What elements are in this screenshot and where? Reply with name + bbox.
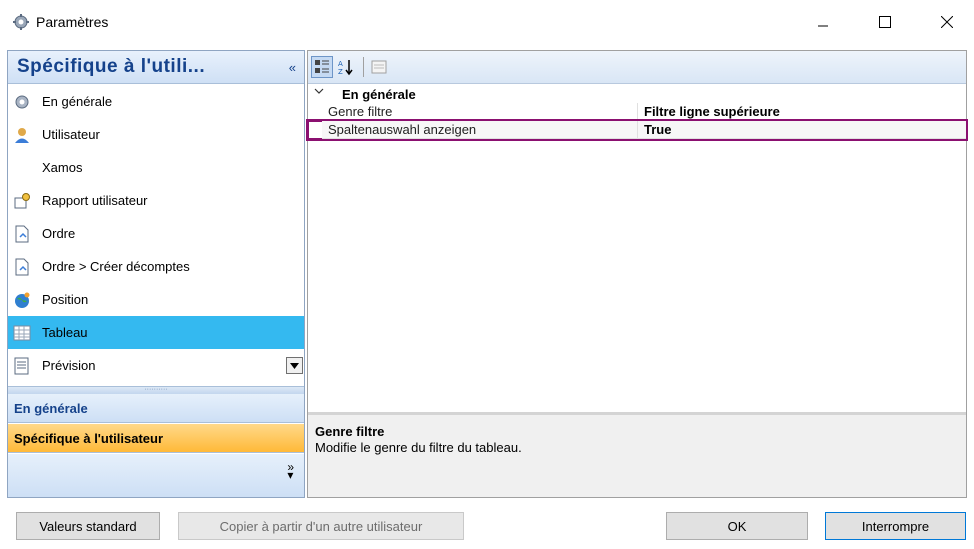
chevron-down-icon[interactable] [314,86,324,99]
table-icon [13,324,31,342]
section-en-generale[interactable]: En générale [8,394,304,423]
property-value[interactable]: Filtre ligne supérieure [638,103,966,121]
gear-icon [13,93,31,111]
property-value[interactable]: True [638,121,966,139]
property-row-spaltenauswahl[interactable]: Spaltenauswahl anzeigen True [306,119,968,141]
nav-item-en-generale[interactable]: En générale [8,85,304,118]
minimize-button[interactable] [800,0,846,44]
close-button[interactable] [924,0,970,44]
pane-splitter[interactable]: ·········· [8,386,304,394]
description-title: Genre filtre [315,424,385,439]
property-name: Genre filtre [322,103,638,121]
nav-scroll-down-button[interactable] [286,357,303,374]
property-name: Spaltenauswahl anzeigen [322,121,638,139]
property-pages-button[interactable] [368,56,390,78]
nav-item-label: Ordre [42,226,76,241]
nav-item-utilisateur[interactable]: Utilisateur [8,118,304,151]
nav-list: En générale Utilisateur Xamos Rapport ut… [8,85,304,382]
nav-header: Spécifique à l'utili... « [8,51,304,84]
description-text: Modifie le genre du filtre du tableau. [315,440,522,455]
forecast-icon [13,357,31,375]
report-icon [13,192,31,210]
nav-item-tableau[interactable]: Tableau [8,316,304,349]
nav-item-ordre-creer-decomptes[interactable]: Ordre > Créer décomptes [8,250,304,283]
nav-item-label: Ordre > Créer décomptes [42,259,190,274]
nav-item-rapport-utilisateur[interactable]: Rapport utilisateur [8,184,304,217]
maximize-button[interactable] [862,0,908,44]
property-grid-rows: En générale Genre filtre Filtre ligne su… [306,85,968,141]
property-row-genre-filtre[interactable]: Genre filtre Filtre ligne supérieure [308,103,966,121]
svg-text:A: A [338,60,343,68]
more-sections-button[interactable]: » ▾ [287,461,294,481]
abort-button[interactable]: Interrompre [825,512,966,540]
categorized-icon [315,60,329,73]
nav-item-label: Position [42,292,89,307]
section-specifique-utilisateur[interactable]: Spécifique à l'utilisateur [8,424,304,453]
globe-icon [13,291,31,309]
close-icon [941,16,953,28]
nav-item-prevision[interactable]: Prévision [8,349,304,382]
toolbar-separator [363,57,364,77]
sort-az-icon: AZ [338,60,353,76]
nav-item-label: Tableau [42,325,88,340]
window-title: Paramètres [36,14,109,30]
nav-item-label: Xamos [42,160,83,175]
category-row[interactable]: En générale [308,85,966,103]
property-pages-icon [371,60,387,74]
chevron-down-icon [290,362,299,369]
nav-item-ordre[interactable]: Ordre [8,217,304,250]
nav-item-label: Rapport utilisateur [42,193,148,208]
navigation-pane: Spécifique à l'utili... « En générale Ut… [7,50,305,498]
categorized-view-button[interactable] [311,56,333,78]
alphabetical-view-button[interactable]: AZ [335,56,357,78]
document-icon [13,225,31,243]
nav-footer: » ▾ [8,454,304,497]
property-toolbar: AZ [308,51,966,84]
nav-item-label: Utilisateur [42,127,100,142]
category-label: En générale [342,87,416,102]
nav-item-position[interactable]: Position [8,283,304,316]
user-icon [13,126,31,144]
svg-text:Z: Z [338,68,343,76]
minimize-icon [818,25,828,27]
collapse-pane-button[interactable]: « [289,60,296,75]
gear-icon [12,13,30,31]
nav-header-title: Spécifique à l'utili... [17,56,206,77]
nav-item-xamos[interactable]: Xamos [8,151,304,184]
property-grid: AZ En générale Genre filtre Filtre ligne… [306,50,968,498]
standard-values-button[interactable]: Valeurs standard [16,512,160,540]
nav-item-label: En générale [42,94,113,109]
title-bar: Paramètres [0,0,974,44]
nav-item-label: Prévision [42,358,96,373]
copy-from-user-button[interactable]: Copier à partir d'un autre utilisateur [178,512,464,540]
ok-button[interactable]: OK [666,512,808,540]
maximize-icon [879,16,891,28]
document-icon [13,258,31,276]
description-pane: Genre filtre Modifie le genre du filtre … [308,412,966,497]
